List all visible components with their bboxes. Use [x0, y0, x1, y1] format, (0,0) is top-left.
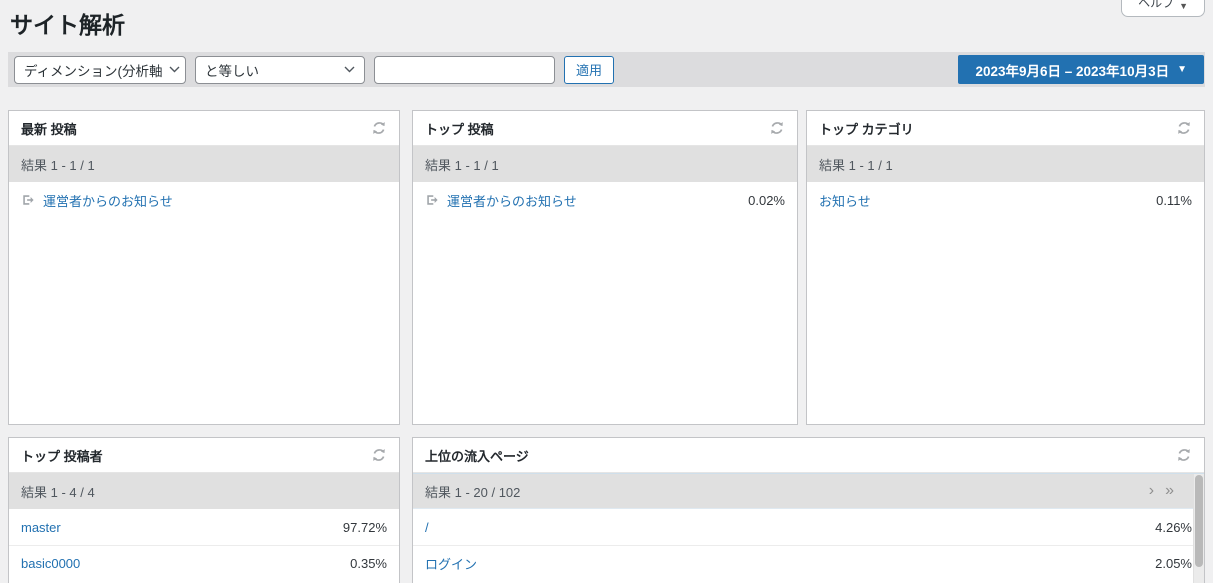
row-value: 0.02% — [748, 193, 785, 208]
list-item: basic0000 0.35% — [9, 545, 399, 581]
last-page-icon[interactable]: » — [1165, 483, 1174, 499]
refresh-icon[interactable] — [769, 120, 785, 136]
author-link[interactable]: basic0000 — [21, 556, 80, 571]
dimension-select-value: ディメンション(分析軸 — [24, 60, 163, 80]
panel-title: 上位の流入ページ — [425, 446, 529, 465]
results-count: 結果 1 - 4 / 4 — [21, 482, 95, 501]
results-count: 結果 1 - 1 / 1 — [21, 155, 95, 174]
category-link[interactable]: お知らせ — [819, 191, 871, 210]
results-bar: 結果 1 - 4 / 4 — [9, 473, 399, 509]
entry-page-link[interactable]: ログイン — [425, 554, 477, 573]
results-bar: 結果 1 - 1 / 1 — [413, 146, 797, 182]
page-title: サイト解析 — [10, 6, 125, 40]
author-link[interactable]: master — [21, 520, 61, 535]
pagination: › » — [1149, 483, 1192, 499]
operator-select[interactable]: と等しい — [195, 56, 365, 84]
post-link[interactable]: 運営者からのお知らせ — [43, 191, 173, 210]
scrollbar-thumb[interactable] — [1195, 475, 1203, 567]
panel-title: トップ 投稿 — [425, 119, 494, 138]
panel-header: トップ 投稿 — [413, 111, 797, 146]
help-button-label: ヘルプ — [1138, 0, 1174, 11]
list-item: お知らせ 0.11% — [807, 182, 1204, 218]
date-range-label: 2023年9月6日 – 2023年10月3日 — [975, 60, 1169, 80]
results-count: 結果 1 - 1 / 1 — [425, 155, 499, 174]
list-item: master 97.72% — [9, 509, 399, 545]
panel-top-posts: トップ 投稿 結果 1 - 1 / 1 運営者から — [412, 110, 798, 425]
panel-header: トップ カテゴリ — [807, 111, 1204, 146]
entry-page-link[interactable]: / — [425, 520, 429, 535]
chevron-down-icon — [344, 66, 355, 73]
panel-top-categories: トップ カテゴリ 結果 1 - 1 / 1 お知らせ 0.11% — [806, 110, 1205, 425]
results-bar: 結果 1 - 1 / 1 — [807, 146, 1204, 182]
dimension-select[interactable]: ディメンション(分析軸 — [14, 56, 186, 84]
refresh-icon[interactable] — [1176, 447, 1192, 463]
results-count: 結果 1 - 20 / 102 — [425, 482, 520, 501]
panel-header: トップ 投稿者 — [9, 438, 399, 473]
external-link-icon[interactable] — [21, 193, 35, 207]
scrollbar[interactable] — [1193, 474, 1204, 583]
apply-button[interactable]: 適用 — [564, 56, 614, 84]
panel-title: トップ 投稿者 — [21, 446, 103, 465]
panel-header: 最新 投稿 — [9, 111, 399, 146]
chevron-down-icon — [169, 66, 180, 73]
row-value: 4.26% — [1155, 520, 1192, 535]
row-value: 0.11% — [1156, 193, 1192, 208]
refresh-icon[interactable] — [1176, 120, 1192, 136]
panel-latest-posts: 最新 投稿 結果 1 - 1 / 1 運営者からの — [8, 110, 400, 425]
date-range-button[interactable]: 2023年9月6日 – 2023年10月3日 ▼ — [958, 55, 1204, 84]
panel-top-entry-pages: 上位の流入ページ 結果 1 - 20 / 102 › » / 4.26% ログイ… — [412, 437, 1205, 583]
external-link-icon[interactable] — [425, 193, 439, 207]
results-bar: 結果 1 - 20 / 102 › » — [413, 473, 1204, 509]
row-value: 2.05% — [1155, 556, 1192, 571]
list-item: ログイン 2.05% — [413, 545, 1204, 581]
help-button[interactable]: ヘルプ ▼ — [1121, 0, 1205, 17]
chevron-down-icon: ▼ — [1177, 64, 1187, 75]
filter-value-input[interactable] — [374, 56, 555, 84]
operator-select-value: と等しい — [205, 60, 259, 80]
row-value: 97.72% — [343, 520, 387, 535]
post-link[interactable]: 運営者からのお知らせ — [447, 191, 577, 210]
results-count: 結果 1 - 1 / 1 — [819, 155, 893, 174]
chevron-down-icon: ▼ — [1179, 1, 1188, 11]
list-item: 運営者からのお知らせ 0.02% — [413, 182, 797, 218]
panel-title: トップ カテゴリ — [819, 119, 914, 138]
filter-bar: ディメンション(分析軸 と等しい 適用 2023年9月6日 – 2023年10月… — [8, 52, 1205, 87]
panel-header: 上位の流入ページ — [413, 438, 1204, 473]
next-page-icon[interactable]: › — [1149, 483, 1154, 499]
refresh-icon[interactable] — [371, 120, 387, 136]
panel-title: 最新 投稿 — [21, 119, 77, 138]
list-item: 運営者からのお知らせ — [9, 182, 399, 218]
refresh-icon[interactable] — [371, 447, 387, 463]
row-value: 0.35% — [350, 556, 387, 571]
panel-top-authors: トップ 投稿者 結果 1 - 4 / 4 master 97.72% basic… — [8, 437, 400, 583]
results-bar: 結果 1 - 1 / 1 — [9, 146, 399, 182]
list-item: / 4.26% — [413, 509, 1204, 545]
